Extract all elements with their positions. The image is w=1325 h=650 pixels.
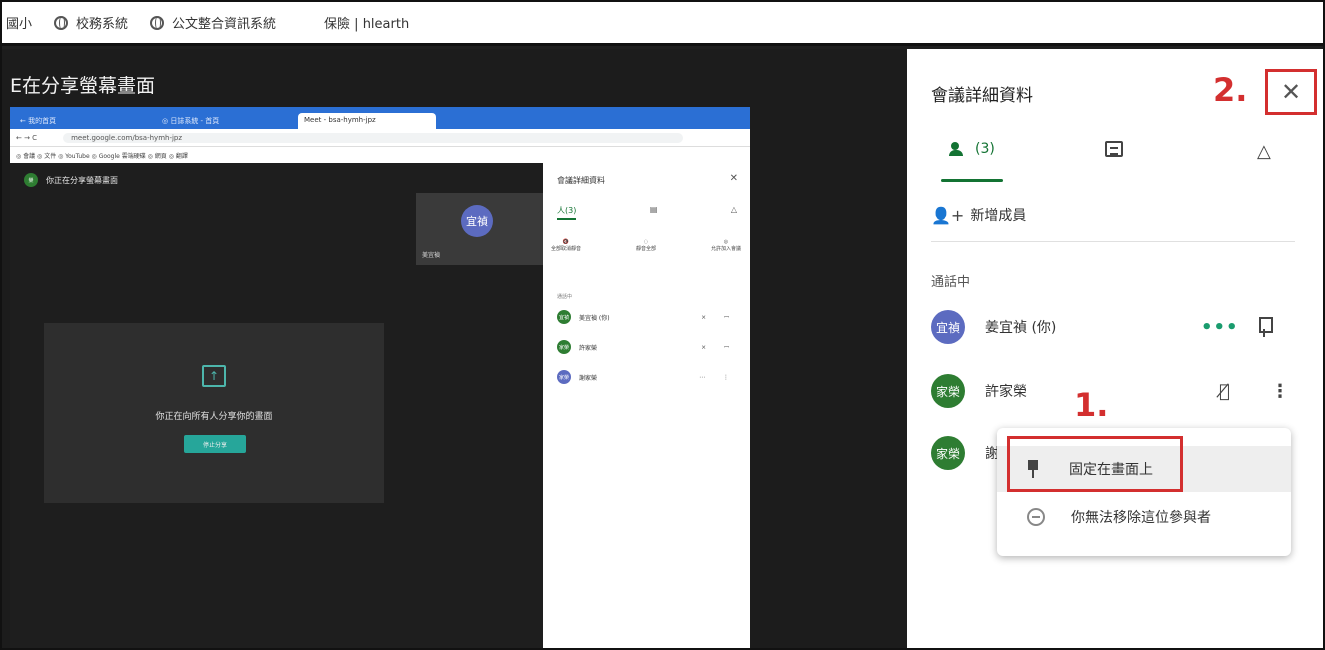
nested-presenting-label: 榮 你正在分享螢幕畫面 [24,173,118,187]
participant-row: 家榮 許家榮 🎙̸ ⋮ [931,369,1291,413]
nested-panel-tabs: 人(3) ▤ △ [557,205,737,220]
nested-participant-name: 美宜禎 (你) [579,314,610,322]
meeting-details-panel: 會議詳細資料 2. ✕ (3) △ 👤+ 新增成員 通話中 宜禎 姜宜禎 (你)… [907,49,1323,648]
close-icon: ✕ [1280,78,1302,106]
nested-meeting-area: 榮 你正在分享螢幕畫面 宜禎 美宜禎 ↑ 你正在向所有人分享你的畫面 停止分享 [10,163,543,648]
nested-avatar: 家榮 [557,370,571,384]
nested-action: ◎ 允許加入會議 [710,239,741,252]
nested-tab: ← 我的首頁 [20,117,57,125]
presentation-stage: E在分享螢幕畫面 ← 我的首頁 ◎ 日誌系統 - 首頁 Meet - bsa-h… [2,49,907,648]
nested-action: 🔇 全部取消靜音 [551,239,582,252]
nested-tab-strip: ← 我的首頁 ◎ 日誌系統 - 首頁 Meet - bsa-hymh-jpz [10,107,750,129]
participant-name: 許家榮 [985,384,1027,400]
bookmark-school-system[interactable]: 校務系統 [54,13,128,32]
shared-screen-preview: ← 我的首頁 ◎ 日誌系統 - 首頁 Meet - bsa-hymh-jpz ←… [10,107,750,648]
bookmark-label: 保險 | hlearth [324,17,410,32]
nested-avatar: 宜禎 [557,310,571,324]
globe-icon [54,15,69,30]
nested-close-icon: ✕ [729,173,738,184]
menu-item-label: 你無法移除這位參與者 [1071,510,1211,526]
nested-section-label: 通話中 [557,294,573,300]
chat-icon [1105,141,1123,157]
close-panel-button[interactable]: ✕ [1265,69,1317,115]
avatar: 宜禎 [931,310,965,344]
avatar: 家榮 [931,436,965,470]
nested-actions: 🔇 全部取消靜音 ◌ 靜音全部 ◎ 允許加入會議 [551,239,741,252]
bookmark-label: 國小 [6,17,33,32]
nested-row-icons: ⨯ ꟷ [701,344,737,351]
bookmark-label: 公文整合資訊系統 [172,17,277,32]
nested-activities-icon: △ [730,205,737,214]
nested-chat-icon: ▤ [649,205,658,214]
nested-row-icons: ⨯ ꟷ [701,314,737,321]
nested-bookmark-bar: ◎ 會議 ◎ 文件 ◎ YouTube ◎ Google 雲端硬碟 ◎ 網頁 ◎… [10,147,750,163]
nested-panel-title: 會議詳細資料 [557,176,605,185]
nested-self-avatar: 宜禎 [461,205,493,237]
nested-participant-row: 宜禎 美宜禎 (你) ⨯ ꟷ [557,309,737,325]
step-1-highlight-box [1007,436,1183,492]
nested-card-text: 你正在向所有人分享你的畫面 [155,412,273,422]
participant-row: 宜禎 姜宜禎 (你) ••• [931,305,1291,349]
panel-title: 會議詳細資料 [931,86,1033,106]
nested-details-panel: 會議詳細資料 ✕ 人(3) ▤ △ 🔇 全部取消靜音 ◌ 靜音全部 ◎ 允許加入會議 … [543,163,750,648]
nested-sharing-card: ↑ 你正在向所有人分享你的畫面 停止分享 [44,323,384,503]
bookmark-bar: 國小 校務系統 公文整合資訊系統 保險 | hlearth [2,2,1323,46]
nested-url: meet.google.com/bsa-hymh-jpz [63,132,684,143]
participant-context-menu: 固定在畫面上 你無法移除這位參與者 [997,428,1291,556]
nested-presenting-text: 你正在分享螢幕畫面 [46,175,118,185]
section-label: 通話中 [931,275,971,290]
avatar: 家榮 [931,374,965,408]
mic-off-icon[interactable]: 🎙̸ [1219,381,1230,402]
nested-participant-row: 家榮 謝家榮 ⋯ ⋮ [557,369,737,385]
active-tab-indicator [941,179,1003,182]
add-member-label: 新增成員 [970,208,1027,224]
tab-activities[interactable]: △ [1257,141,1271,162]
bookmark-school[interactable]: 國小 [6,13,32,32]
more-options-icon[interactable]: ••• [1201,317,1239,338]
nested-tab-active: Meet - bsa-hymh-jpz [298,113,436,129]
step-2-annotation: 2. [1213,71,1248,109]
people-icon [949,142,971,156]
nested-self-tile: 宜禎 美宜禎 [416,193,543,265]
nested-avatar: 榮 [24,173,38,187]
nested-stop-sharing-button: 停止分享 [184,435,246,453]
globe-icon [150,15,165,30]
divider [931,241,1295,242]
nested-row-icons: ⋯ ⋮ [699,373,737,381]
nested-participant-name: 謝家榮 [579,374,598,382]
screenshot-frame: 國小 校務系統 公文整合資訊系統 保險 | hlearth E在分享螢幕畫面 ←… [0,0,1325,650]
present-upload-icon: ↑ [202,365,226,387]
nested-participant-row: 家榮 許家榮 ⨯ ꟷ [557,339,737,355]
nested-self-name: 美宜禎 [422,252,441,259]
more-vertical-icon[interactable]: ⋮ [1271,381,1289,402]
activities-icon: △ [1257,141,1271,162]
nested-participant-name: 許家榮 [579,344,598,352]
tab-people[interactable]: (3) [941,141,1003,182]
add-member-button[interactable]: 👤+ 新增成員 [931,205,1026,225]
add-person-icon: 👤+ [931,205,965,225]
menu-item-remove: 你無法移除這位參與者 [997,494,1291,540]
bookmark-document-system[interactable]: 公文整合資訊系統 [150,13,276,32]
nested-action: ◌ 靜音全部 [635,239,656,252]
bookmark-hlearth[interactable]: 保險 | hlearth [324,13,409,32]
step-1-annotation: 1. [1074,386,1109,424]
panel-tabs: (3) △ [931,141,1291,185]
presenting-title: E在分享螢幕畫面 [10,75,156,97]
remove-circle-icon [1027,508,1045,526]
tab-chat[interactable] [1105,141,1123,157]
pin-icon[interactable] [1257,317,1273,337]
nested-tab-people: 人(3) [557,205,577,220]
participant-name: 姜宜禎 (你) [985,320,1057,336]
people-count: (3) [975,141,995,157]
bookmark-label: 校務系統 [76,17,129,32]
nested-address-bar: ← → C meet.google.com/bsa-hymh-jpz [10,129,750,147]
nested-tab: ◎ 日誌系統 - 首頁 [162,117,220,125]
nav-arrows-icon: ← → C [16,133,38,142]
nested-avatar: 家榮 [557,340,571,354]
